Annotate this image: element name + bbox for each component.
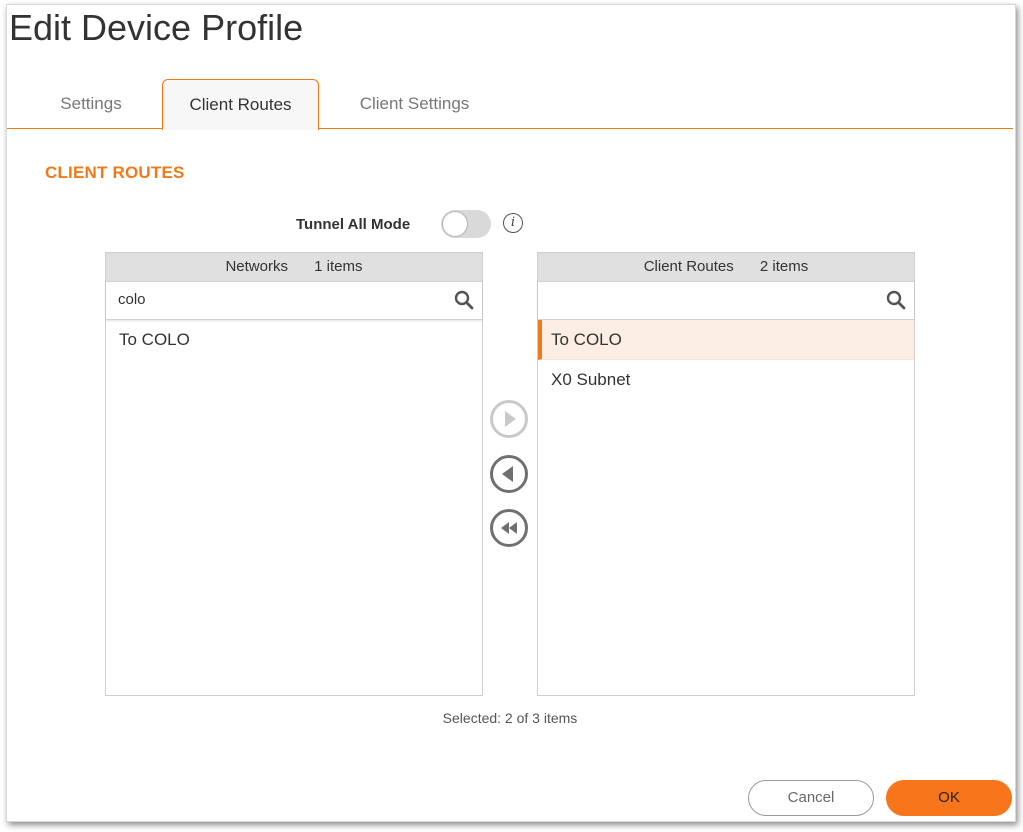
tunnel-all-mode-toggle[interactable] xyxy=(441,210,491,238)
section-title: CLIENT ROUTES xyxy=(45,163,185,182)
networks-panel-header: Networks 1 items xyxy=(106,253,482,281)
toggle-knob xyxy=(442,211,468,237)
search-icon[interactable] xyxy=(886,290,906,310)
tab-settings[interactable]: Settings xyxy=(29,79,153,129)
client-routes-panel-title: Client Routes xyxy=(643,258,734,275)
edit-device-profile-dialog: Edit Device Profile Settings Client Rout… xyxy=(6,4,1016,822)
info-icon[interactable]: i xyxy=(503,213,523,233)
client-routes-item-count: 2 items xyxy=(759,258,809,275)
client-routes-search-input[interactable] xyxy=(550,282,870,317)
networks-panel: Networks 1 items To COLO xyxy=(105,252,483,696)
tab-divider xyxy=(7,128,1013,129)
client-routes-panel-header: Client Routes 2 items xyxy=(538,253,914,281)
remove-all-icon[interactable] xyxy=(489,508,529,548)
selection-status: Selected: 2 of 3 items xyxy=(442,710,578,726)
cancel-button[interactable]: Cancel xyxy=(748,780,874,816)
tunnel-all-mode-label: Tunnel All Mode xyxy=(296,216,411,233)
networks-item-count: 1 items xyxy=(314,258,363,275)
ok-button[interactable]: OK xyxy=(886,780,1012,816)
add-icon[interactable] xyxy=(489,399,529,439)
client-routes-panel: Client Routes 2 items To COLO X0 Subnet xyxy=(537,252,915,696)
networks-search-box xyxy=(106,281,482,320)
search-icon[interactable] xyxy=(454,290,474,310)
networks-panel-title: Networks xyxy=(225,258,288,275)
client-routes-list-item[interactable]: X0 Subnet xyxy=(538,360,914,400)
networks-list-item[interactable]: To COLO xyxy=(106,320,482,360)
remove-icon[interactable] xyxy=(489,454,529,494)
client-routes-search-box xyxy=(538,281,914,320)
client-routes-list-item[interactable]: To COLO xyxy=(538,320,914,360)
dialog-title: Edit Device Profile xyxy=(9,7,304,48)
tab-client-settings[interactable]: Client Settings xyxy=(337,79,492,129)
networks-search-input[interactable] xyxy=(118,282,438,317)
tab-bar: Settings Client Routes Client Settings xyxy=(7,79,1013,130)
tab-client-routes[interactable]: Client Routes xyxy=(162,79,319,130)
